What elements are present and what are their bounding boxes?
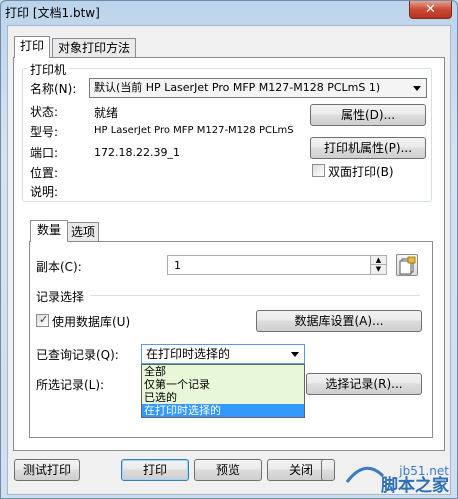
port-value: 172.18.22.39_1 xyxy=(94,146,180,159)
tab-quantity[interactable]: 数量 xyxy=(30,220,69,242)
watermark-brand: 脚本之家 xyxy=(381,476,449,496)
database-settings-button[interactable]: 数据库设置(A)... xyxy=(256,310,422,332)
queried-records-select[interactable]: 在打印时选择的 xyxy=(141,344,305,364)
print-dialog-window: 打印 [文档1.btw] ✕ 打印 对象打印方法 打印机 名称(N): 默认(当… xyxy=(0,0,458,499)
printer-name-label: 名称(N): xyxy=(30,82,77,96)
copies-settings-button[interactable] xyxy=(396,254,418,276)
copies-spinner[interactable]: 1 ▲ ▼ xyxy=(167,255,387,275)
record-selection-title: 记录选择 xyxy=(36,288,88,305)
dropdown-option[interactable]: 仅第一个记录 xyxy=(142,378,304,391)
chevron-down-icon xyxy=(291,352,299,357)
queried-records-dropdown[interactable]: 全部 仅第一个记录 已选的 在打印时选择的 xyxy=(141,364,305,418)
preview-button[interactable]: 预览 xyxy=(194,459,262,481)
tab-options[interactable]: 选项 xyxy=(67,222,100,242)
printer-properties-button[interactable]: 打印机属性(P)... xyxy=(310,137,426,159)
stack-icon xyxy=(399,256,416,275)
printer-group-title: 打印机 xyxy=(27,61,70,78)
title-bar[interactable]: 打印 [文档1.btw] ✕ xyxy=(1,1,457,21)
test-print-button[interactable]: 测试打印 xyxy=(14,459,80,481)
window-title: 打印 [文档1.btw] xyxy=(5,6,100,20)
section-divider xyxy=(90,295,420,296)
spin-down-icon[interactable]: ▼ xyxy=(370,265,386,274)
properties-button[interactable]: 属性(D)... xyxy=(310,104,426,126)
close-icon: ✕ xyxy=(425,2,436,17)
printer-name-select[interactable]: 默认(当前 HP LaserJet Pro MFP M127-M128 PCLm… xyxy=(89,78,427,98)
dialog-client-area: 打印 对象打印方法 打印机 名称(N): 默认(当前 HP LaserJet P… xyxy=(7,25,451,495)
duplex-checkbox[interactable] xyxy=(312,164,325,177)
status-label: 状态: xyxy=(30,105,59,119)
copies-label: 副本(C): xyxy=(36,260,82,274)
queried-records-label: 已查询记录(Q): xyxy=(36,348,119,362)
model-value: HP LaserJet Pro MFP M127-M128 PCLmS xyxy=(94,125,294,136)
watermark: jb51.net 脚本之家 xyxy=(345,458,455,498)
tab-print[interactable]: 打印 xyxy=(14,36,51,58)
help-button-partial[interactable] xyxy=(321,459,331,481)
model-label: 型号: xyxy=(30,125,59,139)
queried-records-value: 在打印时选择的 xyxy=(146,347,231,361)
spin-up-icon[interactable]: ▲ xyxy=(370,256,386,265)
status-value: 就绪 xyxy=(94,106,119,120)
checkmark-icon: ✓ xyxy=(39,313,49,326)
dropdown-option[interactable]: 已选的 xyxy=(142,391,304,404)
chevron-down-icon xyxy=(413,86,421,91)
select-records-button[interactable]: 选择记录(R)... xyxy=(306,373,422,395)
use-database-checkbox[interactable]: ✓ xyxy=(36,313,49,327)
dropdown-option[interactable]: 全部 xyxy=(142,365,304,378)
close-window-button[interactable]: ✕ xyxy=(409,1,452,19)
location-label: 位置: xyxy=(30,166,59,180)
quantity-tab-panel: 副本(C): 1 ▲ ▼ 记录选择 ✓ 使用数据库(U) 数据库设置(A)...… xyxy=(29,241,433,438)
selected-records-label: 所选记录(L): xyxy=(36,378,105,392)
dropdown-option-selected[interactable]: 在打印时选择的 xyxy=(142,404,304,417)
print-tab-panel: 打印机 名称(N): 默认(当前 HP LaserJet Pro MFP M12… xyxy=(13,57,445,451)
tab-object-print-method[interactable]: 对象打印方法 xyxy=(52,38,137,58)
copies-value: 1 xyxy=(174,259,181,272)
site-logo-icon xyxy=(345,466,385,483)
print-button[interactable]: 打印 xyxy=(121,459,189,481)
port-label: 端口: xyxy=(30,146,59,160)
use-database-label: 使用数据库(U) xyxy=(52,315,131,329)
duplex-label: 双面打印(B) xyxy=(328,165,394,179)
printer-name-value: 默认(当前 HP LaserJet Pro MFP M127-M128 PCLm… xyxy=(94,81,381,94)
comment-label: 说明: xyxy=(30,185,59,199)
